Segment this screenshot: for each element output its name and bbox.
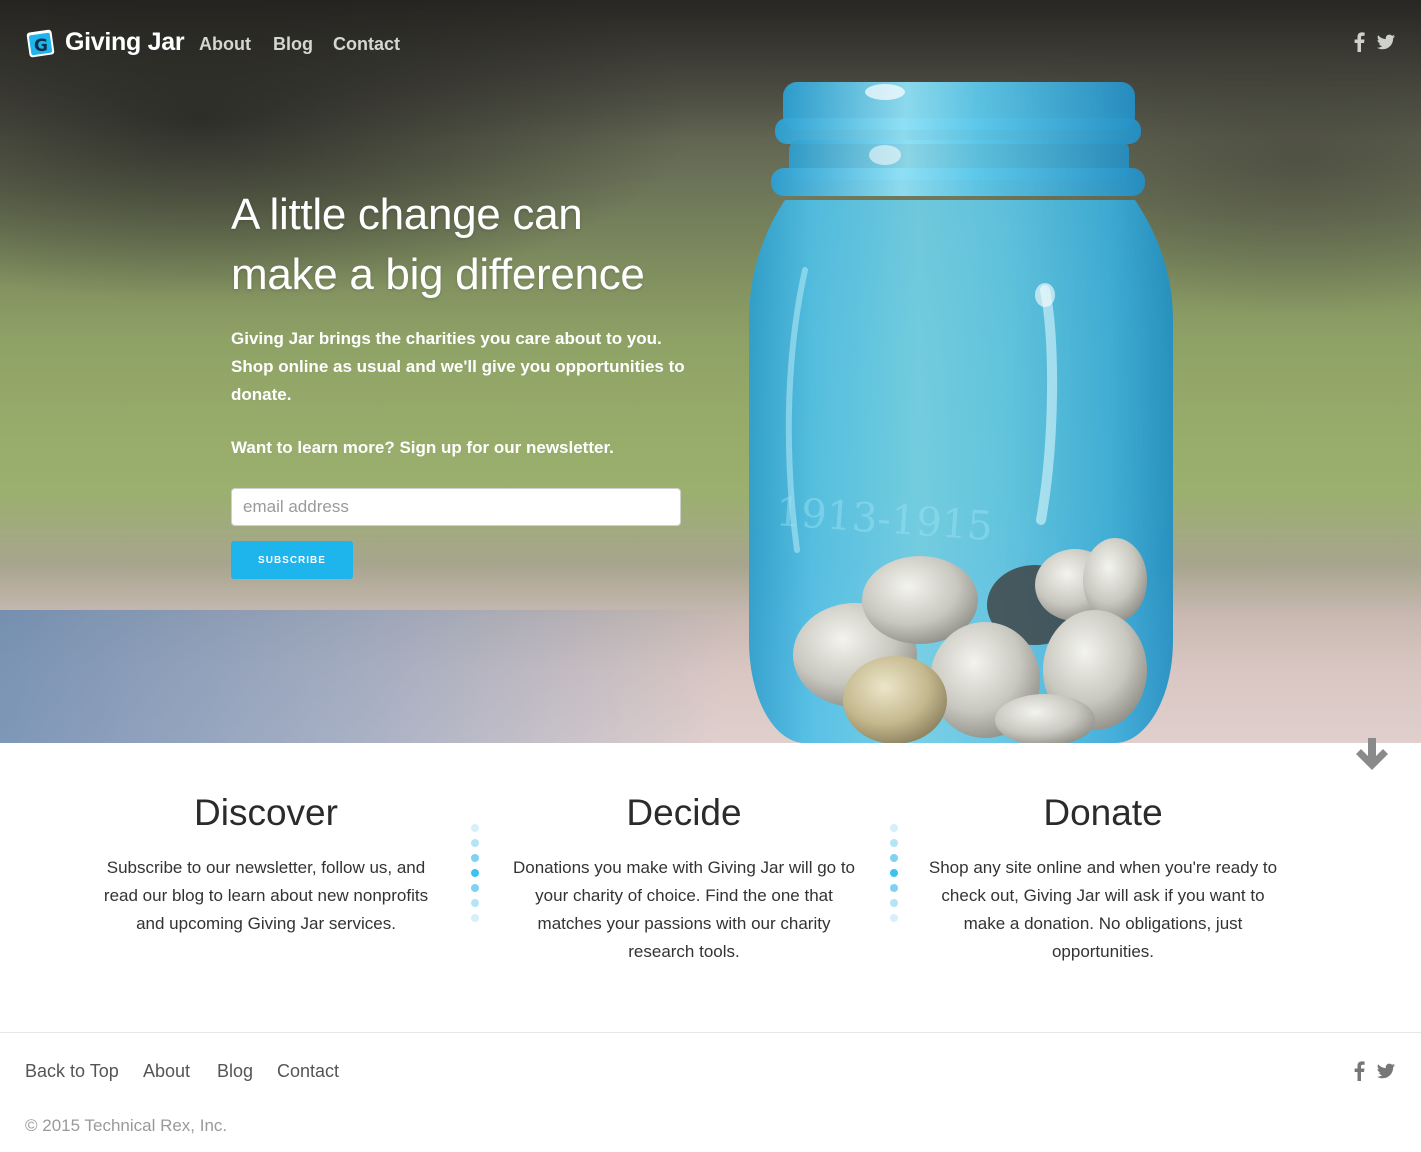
step-divider-dots — [471, 824, 479, 922]
feature-title: Discover — [194, 792, 338, 833]
mason-jar-image: 1913-1915 — [749, 82, 1173, 743]
footer-link-contact[interactable]: Contact — [277, 1061, 339, 1082]
top-nav: G Giving Jar About Blog Contact — [0, 0, 1421, 90]
footer-link-back-to-top[interactable]: Back to Top — [25, 1061, 119, 1082]
twitter-icon[interactable] — [1376, 1061, 1396, 1081]
hero-headline: A little change can make a big differenc… — [231, 185, 791, 305]
twitter-icon[interactable] — [1376, 32, 1396, 52]
feature-donate: Donate Shop any site online and when you… — [928, 790, 1278, 966]
footer-link-about[interactable]: About — [143, 1061, 190, 1082]
nav-link-blog[interactable]: Blog — [273, 34, 313, 55]
feature-text: Donations you make with Giving Jar will … — [512, 858, 856, 961]
giving-jar-logo-icon[interactable]: G — [25, 28, 56, 59]
nav-link-contact[interactable]: Contact — [333, 34, 400, 55]
brand-name[interactable]: Giving Jar — [65, 28, 185, 57]
feature-text: Shop any site online and when you're rea… — [928, 858, 1278, 961]
hero-headline-line2: make a big difference — [231, 250, 645, 299]
feature-discover: Discover Subscribe to our newsletter, fo… — [91, 790, 441, 938]
feature-text: Subscribe to our newsletter, follow us, … — [103, 858, 429, 933]
copyright-text: © 2015 Technical Rex, Inc. — [25, 1116, 228, 1135]
arrow-down-icon[interactable] — [1354, 736, 1390, 772]
email-input[interactable] — [231, 488, 681, 526]
feature-title: Donate — [1043, 792, 1163, 833]
subscribe-button[interactable]: SUBSCRIBE — [231, 541, 353, 579]
footer-link-blog[interactable]: Blog — [217, 1061, 253, 1082]
hero-lead-text: Giving Jar brings the charities you care… — [231, 329, 685, 404]
hero-headline-line1: A little change can — [231, 190, 583, 239]
facebook-icon[interactable] — [1350, 1061, 1370, 1081]
footer-divider — [0, 1032, 1421, 1033]
step-divider-dots — [890, 824, 898, 922]
nav-link-about[interactable]: About — [199, 34, 251, 55]
svg-text:G: G — [34, 36, 48, 56]
hero-section: 1913-1915 — [0, 0, 1421, 743]
facebook-icon[interactable] — [1350, 32, 1370, 52]
feature-decide: Decide Donations you make with Giving Ja… — [509, 790, 859, 966]
feature-title: Decide — [626, 792, 742, 833]
hero-newsletter-prompt: Want to learn more? Sign up for our news… — [231, 438, 614, 457]
